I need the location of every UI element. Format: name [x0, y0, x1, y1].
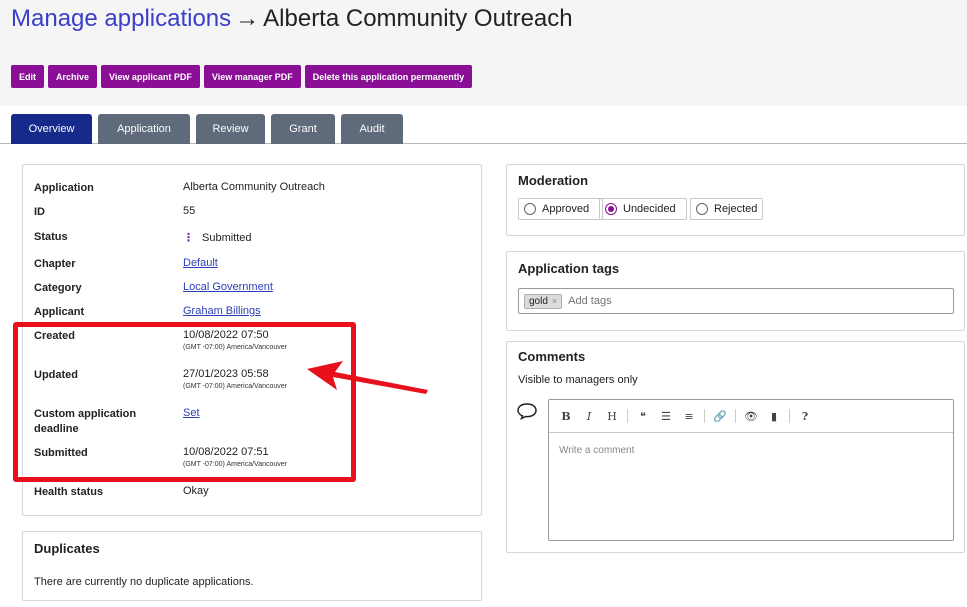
tab-audit[interactable]: Audit: [341, 114, 403, 144]
radio-rejected[interactable]: [696, 203, 708, 215]
submitted-value-wrap: 10/08/2022 07:51 (GMT -07:00) America/Van…: [183, 446, 287, 468]
comment-textarea[interactable]: [549, 434, 953, 540]
archive-button[interactable]: Archive: [48, 65, 98, 88]
detail-label: Status: [34, 231, 68, 243]
created-value: 10/08/2022 07:50: [183, 329, 269, 341]
toolbar-separator: [627, 409, 628, 423]
comments-title: Comments: [518, 349, 586, 364]
set-deadline-link[interactable]: Set: [183, 407, 200, 419]
toolbar-separator: [704, 409, 705, 423]
detail-label: Health status: [34, 486, 104, 498]
detail-label: Custom application deadline: [34, 408, 137, 435]
bold-icon[interactable]: B: [558, 410, 574, 423]
comment-editor: B I H ❝ ☰ ≡ 🔗 👁 ▮ ?: [548, 399, 954, 541]
guide-book-icon[interactable]: ▮: [766, 410, 782, 423]
radio-label: Rejected: [714, 203, 758, 215]
moderation-card: Moderation Approved Undecided Rejected: [506, 164, 965, 236]
preview-eye-icon[interactable]: 👁: [743, 410, 759, 423]
radio-approved[interactable]: [524, 203, 536, 215]
detail-label: Applicant: [34, 306, 85, 318]
comments-subtitle: Visible to managers only: [518, 374, 638, 386]
detail-label: Application: [34, 182, 94, 194]
submitted-timezone: (GMT -07:00) America/Vancouver: [183, 461, 288, 468]
detail-label: Category: [34, 282, 82, 294]
toolbar-separator: [735, 409, 736, 423]
comments-card: Comments Visible to managers only B I H …: [506, 341, 965, 553]
tag-gold: gold ×: [524, 293, 563, 309]
view-manager-pdf-button[interactable]: View manager PDF: [203, 65, 301, 88]
updated-timezone: (GMT -07:00) America/Vancouver: [183, 383, 288, 390]
moderation-approved-option[interactable]: Approved: [518, 198, 603, 220]
updated-value-wrap: 27/01/2023 05:58 (GMT -07:00) America/Van…: [183, 368, 287, 390]
duplicates-text: There are currently no duplicate applica…: [34, 576, 254, 588]
moderation-title: Moderation: [518, 173, 589, 188]
radio-label: Approved: [542, 203, 590, 215]
moderation-undecided-option[interactable]: Undecided: [599, 198, 687, 220]
status-value: Submitted: [202, 232, 252, 244]
detail-value: 55: [183, 205, 196, 217]
detail-label: Updated: [34, 369, 78, 381]
radio-label: Undecided: [623, 203, 676, 215]
add-tags-input[interactable]: [566, 294, 953, 308]
page-header: Manage applications → Alberta Community Ou…: [0, 0, 967, 106]
breadcrumb-arrow: →: [235, 5, 260, 32]
help-icon[interactable]: ?: [797, 410, 813, 423]
tab-overview[interactable]: Overview: [11, 114, 92, 144]
edit-button[interactable]: Edit: [11, 65, 44, 88]
created-timezone: (GMT -07:00) America/Vancouver: [183, 344, 288, 351]
updated-value: 27/01/2023 05:58: [183, 368, 269, 380]
breadcrumb-current: Alberta Community Outreach: [263, 5, 573, 32]
remove-tag-icon[interactable]: ×: [552, 296, 557, 306]
view-applicant-pdf-button[interactable]: View applicant PDF: [101, 65, 200, 88]
breadcrumb-manage-applications-link[interactable]: Manage applications: [11, 5, 231, 32]
link-icon[interactable]: 🔗: [712, 410, 728, 423]
deadline-value-wrap: Set: [183, 407, 200, 419]
applicant-link[interactable]: Graham Billings: [183, 305, 261, 317]
editor-toolbar: B I H ❝ ☰ ≡ 🔗 👁 ▮ ?: [549, 400, 953, 433]
radio-undecided[interactable]: [605, 203, 617, 215]
tab-application[interactable]: Application: [98, 114, 190, 144]
category-value-wrap: Local Government: [183, 281, 273, 293]
duplicates-title: Duplicates: [34, 541, 100, 556]
quote-icon[interactable]: ❝: [635, 410, 651, 423]
detail-label: Submitted: [34, 447, 88, 459]
detail-value: Alberta Community Outreach: [183, 181, 325, 193]
chapter-value-wrap: Default: [183, 257, 218, 269]
submitted-value: 10/08/2022 07:51: [183, 446, 269, 458]
tags-card: Application tags gold ×: [506, 251, 965, 331]
chapter-link[interactable]: Default: [183, 257, 218, 269]
tab-grant[interactable]: Grant: [271, 114, 335, 144]
detail-value: Okay: [183, 485, 209, 497]
status-value-wrap: ⋮ Submitted: [183, 231, 252, 244]
heading-icon[interactable]: H: [604, 410, 620, 423]
status-menu-icon[interactable]: ⋮: [183, 232, 194, 244]
action-buttons: Edit Archive View applicant PDF View man…: [11, 65, 473, 88]
italic-icon[interactable]: I: [581, 410, 597, 423]
toolbar-separator: [789, 409, 790, 423]
comment-bubble-icon: [517, 403, 537, 420]
tab-review[interactable]: Review: [196, 114, 265, 144]
ordered-list-icon[interactable]: ≡: [681, 410, 697, 423]
details-card: Application Alberta Community Outreach I…: [22, 164, 482, 516]
detail-label: Chapter: [34, 258, 76, 270]
tags-title: Application tags: [518, 261, 620, 276]
moderation-rejected-option[interactable]: Rejected: [690, 198, 763, 220]
tab-bar: Overview Application Review Grant Audit: [0, 106, 967, 144]
unordered-list-icon[interactable]: ☰: [658, 410, 674, 423]
page-title: Manage applications → Alberta Community Ou…: [11, 5, 573, 33]
main-content: Overview Application Review Grant Audit …: [0, 106, 967, 607]
tags-input-box[interactable]: gold ×: [518, 288, 954, 314]
applicant-value-wrap: Graham Billings: [183, 305, 261, 317]
created-value-wrap: 10/08/2022 07:50 (GMT -07:00) America/Van…: [183, 329, 287, 351]
detail-label: Created: [34, 330, 75, 342]
category-link[interactable]: Local Government: [183, 281, 273, 293]
delete-application-button[interactable]: Delete this application permanently: [304, 65, 473, 88]
duplicates-card: Duplicates There are currently no duplic…: [22, 531, 482, 601]
tag-label: gold: [529, 295, 548, 307]
detail-label: ID: [34, 206, 45, 218]
